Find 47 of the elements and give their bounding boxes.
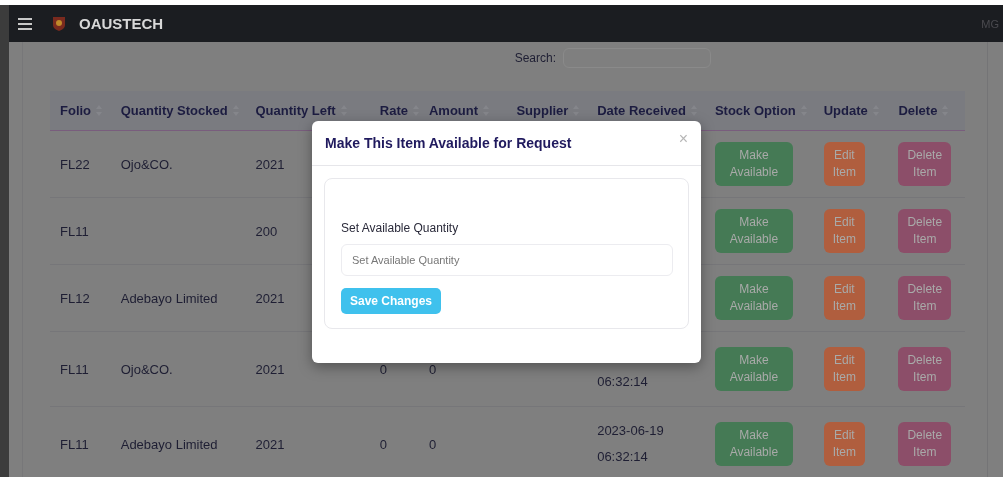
make-available-button[interactable]: Make Available — [714, 347, 793, 391]
delete-item-button[interactable]: Delete Item — [898, 422, 952, 466]
edit-item-button[interactable]: Edit Item — [823, 142, 866, 186]
field-label: Set Available Quantity — [341, 221, 460, 235]
date-text: 06:32:14 — [597, 373, 649, 391]
folio-cell: FL11 — [60, 436, 89, 452]
table-cell: 2021 — [255, 361, 285, 377]
save-changes-button[interactable]: Save Changes — [341, 288, 442, 314]
make-available-button[interactable]: Make Available — [714, 142, 793, 186]
brand-name[interactable]: OAUSTECH — [79, 15, 164, 32]
folio-cell: FL11 — [60, 223, 89, 239]
amount-cell: 0 — [428, 361, 437, 377]
amount-cell: 0 — [428, 436, 437, 452]
quantity-input-field[interactable]: Set Available Quantity — [341, 244, 673, 276]
edit-item-button[interactable]: Edit Item — [823, 422, 866, 466]
delete-item-button[interactable]: Delete Item — [898, 209, 952, 253]
rate-cell: 0 — [379, 436, 387, 452]
column-header[interactable]: Delete — [898, 103, 938, 118]
table-cell: 2021 — [255, 156, 285, 172]
table-cell: Adebayo Limited — [120, 436, 218, 452]
table-cell: 2021 — [255, 290, 285, 306]
table-cell: Ojo&CO. — [120, 361, 173, 377]
table-cell: 200 — [255, 223, 278, 239]
delete-item-button[interactable]: Delete Item — [898, 347, 952, 391]
rate-cell: 0 — [379, 361, 387, 377]
folio-cell: FL12 — [60, 290, 90, 306]
make-available-button[interactable]: Make Available — [714, 276, 793, 320]
shield-icon — [52, 15, 66, 32]
make-available-button[interactable]: Make Available — [714, 209, 793, 253]
edit-item-button[interactable]: Edit Item — [823, 276, 866, 320]
folio-cell: FL11 — [60, 361, 89, 377]
delete-item-button[interactable]: Delete Item — [898, 142, 952, 186]
table-cell: 2021 — [255, 436, 285, 452]
column-header[interactable]: Folio — [60, 103, 92, 118]
modal-title: Make This Item Available for Request — [325, 135, 572, 151]
date-text: 2023-06-19 — [597, 422, 665, 440]
edit-item-button[interactable]: Edit Item — [823, 347, 866, 391]
folio-cell: FL22 — [60, 156, 90, 172]
date-text: 06:32:14 — [597, 448, 649, 466]
delete-item-button[interactable]: Delete Item — [898, 276, 952, 320]
menu-icon[interactable] — [18, 17, 32, 30]
search-label: Search: — [514, 50, 556, 65]
close-button[interactable]: × — [678, 130, 688, 148]
make-available-button[interactable]: Make Available — [714, 422, 793, 466]
table-cell: Adebayo Limited — [120, 290, 218, 306]
table-cell: Ojo&CO. — [120, 156, 173, 172]
edit-item-button[interactable]: Edit Item — [823, 209, 866, 253]
